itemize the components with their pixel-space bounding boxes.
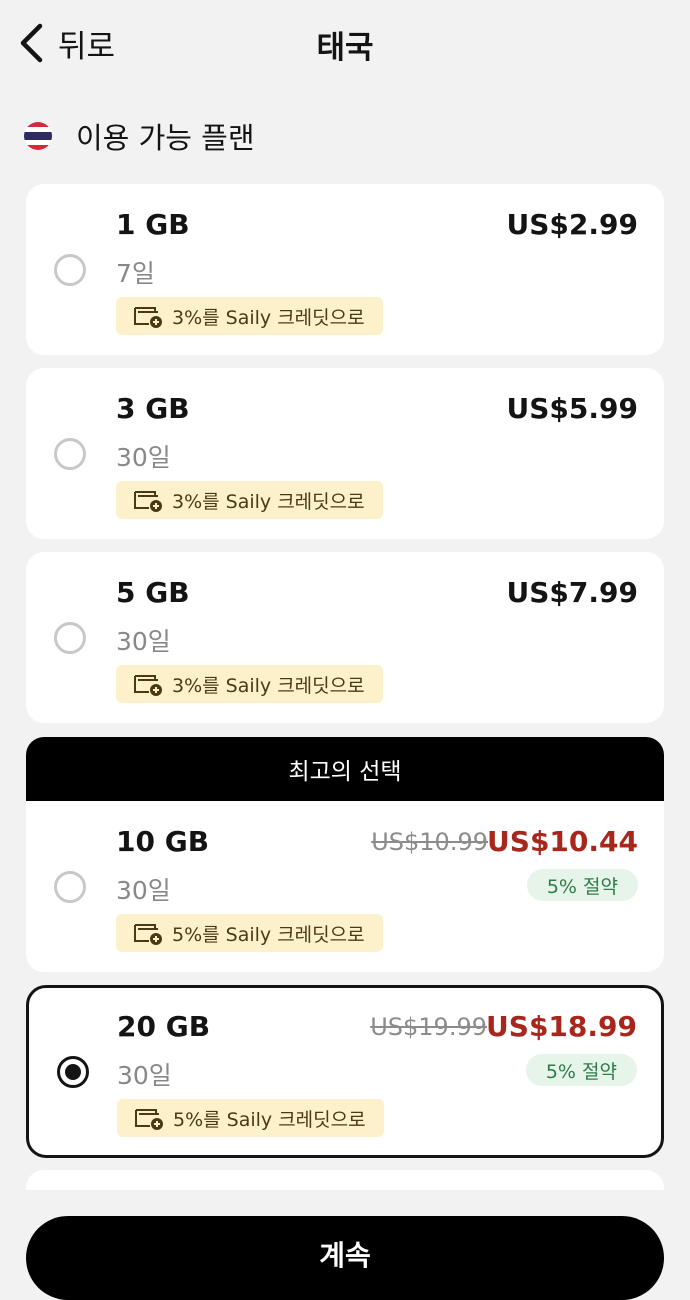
plan-duration: 7일 xyxy=(116,259,155,288)
wallet-plus-icon xyxy=(135,1109,163,1130)
discount-badge: 5% 절약 xyxy=(525,1054,637,1086)
plan-radio[interactable] xyxy=(54,871,86,903)
plan-card-20gb[interactable]: 20 GB US$19.99 US$18.99 5% 절약 30일 5%를 Sa… xyxy=(26,985,664,1158)
credit-badge: 5%를 Saily 크레딧으로 xyxy=(117,1099,384,1137)
credit-badge: 3%를 Saily 크레딧으로 xyxy=(116,481,383,519)
plan-size: 20 GB xyxy=(117,1010,211,1043)
credit-text: 3%를 Saily 크레딧으로 xyxy=(172,306,365,329)
wallet-plus-icon xyxy=(134,924,162,945)
discounted-price: US$18.99 xyxy=(486,1010,637,1043)
thailand-flag-icon xyxy=(24,122,52,150)
plan-size: 5 GB xyxy=(116,576,190,609)
plan-size: 10 GB xyxy=(116,825,210,858)
plan-price: US$5.99 xyxy=(506,392,638,425)
section-header: 이용 가능 플랜 xyxy=(24,116,255,156)
original-price: US$10.99 xyxy=(371,828,488,856)
plan-card-partial[interactable] xyxy=(26,1170,664,1190)
original-price: US$19.99 xyxy=(370,1013,487,1041)
section-title: 이용 가능 플랜 xyxy=(76,121,255,155)
plan-card-1gb[interactable]: 1 GB US$2.99 7일 3%를 Saily 크레딧으로 xyxy=(26,184,664,355)
plan-size: 3 GB xyxy=(116,392,190,425)
credit-text: 5%를 Saily 크레딧으로 xyxy=(173,1108,366,1131)
credit-text: 3%를 Saily 크레딧으로 xyxy=(172,490,365,513)
wallet-plus-icon xyxy=(134,491,162,512)
plan-card-10gb[interactable]: 10 GB US$10.99 US$10.44 5% 절약 30일 5%를 Sa… xyxy=(26,801,664,972)
discounted-price: US$10.44 xyxy=(487,825,638,858)
plan-duration: 30일 xyxy=(117,1061,172,1090)
plan-radio[interactable] xyxy=(54,622,86,654)
plan-duration: 30일 xyxy=(116,876,171,905)
plan-radio-selected[interactable] xyxy=(57,1056,89,1088)
plan-radio[interactable] xyxy=(54,438,86,470)
plan-size: 1 GB xyxy=(116,208,190,241)
wallet-plus-icon xyxy=(134,675,162,696)
header-bar: 뒤로 태국 xyxy=(0,0,690,86)
plan-duration: 30일 xyxy=(116,443,171,472)
credit-text: 5%를 Saily 크레딧으로 xyxy=(172,923,365,946)
credit-badge: 3%를 Saily 크레딧으로 xyxy=(116,665,383,703)
credit-badge: 5%를 Saily 크레딧으로 xyxy=(116,914,383,952)
plan-price: US$2.99 xyxy=(506,208,638,241)
wallet-plus-icon xyxy=(134,307,162,328)
credit-badge: 3%를 Saily 크레딧으로 xyxy=(116,297,383,335)
best-choice-banner: 최고의 선택 xyxy=(26,737,664,801)
discount-badge: 5% 절약 xyxy=(526,869,638,901)
plan-price: US$7.99 xyxy=(506,576,638,609)
plan-duration: 30일 xyxy=(116,627,171,656)
continue-button[interactable]: 계속 xyxy=(26,1216,664,1300)
plan-card-3gb[interactable]: 3 GB US$5.99 30일 3%를 Saily 크레딧으로 xyxy=(26,368,664,539)
page-title: 태국 xyxy=(316,30,374,66)
plan-radio[interactable] xyxy=(54,254,86,286)
plan-card-5gb[interactable]: 5 GB US$7.99 30일 3%를 Saily 크레딧으로 xyxy=(26,552,664,723)
credit-text: 3%를 Saily 크레딧으로 xyxy=(172,674,365,697)
